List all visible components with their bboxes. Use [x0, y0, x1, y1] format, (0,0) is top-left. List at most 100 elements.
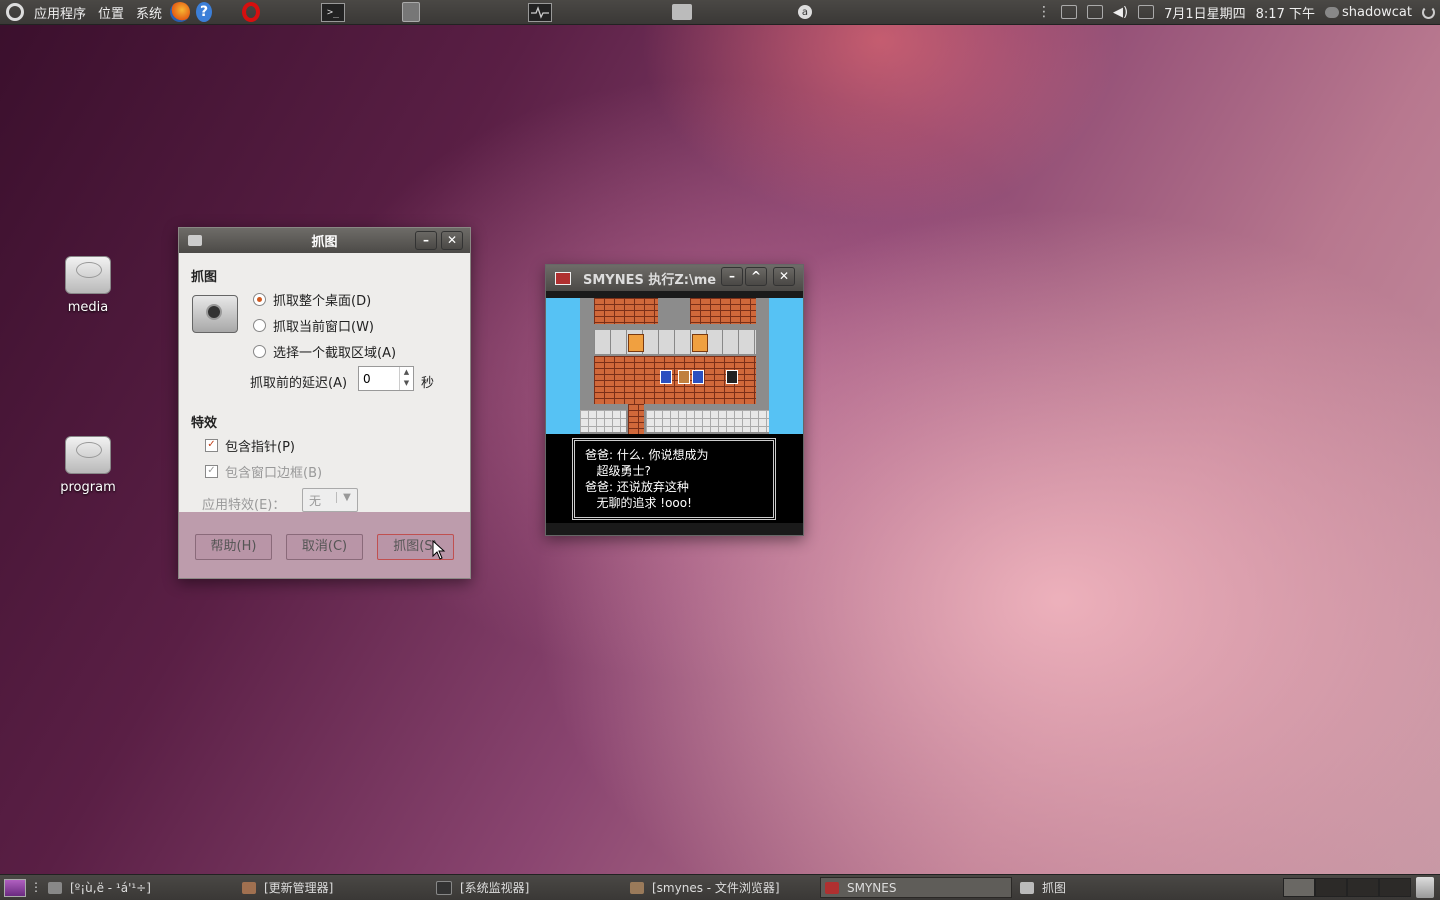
help-button[interactable]: 帮助(H) — [195, 534, 272, 560]
taskbar-item[interactable]: [更新管理器] — [238, 877, 428, 898]
taskbar-item-active[interactable]: SMYNES — [820, 877, 1012, 898]
taskbar-item[interactable]: [系统监视器] — [432, 877, 622, 898]
smynes-titlebar[interactable]: SMYNES 执行Z:\me – ^ ✕ — [546, 265, 803, 291]
user-name[interactable]: shadowcat — [1342, 5, 1412, 20]
checkbox-label: 包含窗口边框(B) — [225, 466, 323, 481]
app-icon — [48, 881, 62, 894]
radio-icon[interactable] — [253, 293, 266, 306]
maximize-button[interactable]: ^ — [745, 267, 767, 286]
delay-spinbox[interactable]: ▲▼ — [358, 366, 414, 391]
mouse-pointer-icon — [432, 540, 446, 560]
checkbox-icon[interactable]: ✓ — [205, 465, 218, 478]
workspace-2[interactable] — [1315, 878, 1347, 897]
smynes-app-icon — [825, 881, 839, 894]
section-effects-label: 特效 — [191, 416, 218, 431]
trash-icon[interactable] — [1416, 877, 1434, 898]
delay-label: 抓取前的延迟(A) — [250, 376, 348, 391]
smynes-app-icon — [555, 271, 571, 285]
system-monitor-icon[interactable] — [528, 2, 552, 22]
spin-arrows-icon[interactable]: ▲ ▼ — [399, 367, 413, 390]
menu-places[interactable]: 位置 — [98, 3, 124, 22]
taskbar-item-label: [º¡ù,ë - ¹á'¹÷] — [70, 880, 151, 895]
firefox-icon — [170, 2, 191, 22]
keyboard-icon[interactable] — [1061, 5, 1078, 19]
apply-effect-label: 应用特效(E)： — [202, 498, 286, 513]
screenshot-dialog: 抓图 – ✕ 抓图 抓取整个桌面(D) 抓取当前窗口(W) 选择一个截取区域(A… — [178, 227, 471, 579]
workspace-4[interactable] — [1379, 878, 1411, 897]
system-monitor-icon — [436, 880, 452, 895]
firefox-launcher[interactable] — [170, 2, 191, 22]
section-grab-label: 抓图 — [191, 270, 218, 285]
desktop-icon-program[interactable]: program — [43, 436, 133, 495]
taskbar-item-label: 抓图 — [1042, 881, 1067, 895]
workspace-1[interactable] — [1283, 878, 1315, 897]
disk-icon[interactable] — [402, 2, 420, 22]
smynes-title: SMYNES 执行Z:\me — [583, 272, 717, 288]
sky-left — [546, 298, 580, 434]
stone-floor — [580, 410, 626, 432]
workspace-3[interactable] — [1347, 878, 1379, 897]
drive-icon — [65, 436, 111, 474]
clock-time[interactable]: 8:17 下午 — [1256, 3, 1315, 22]
help-icon: ? — [196, 2, 213, 22]
show-desktop-icon[interactable] — [4, 879, 26, 897]
power-icon[interactable] — [1422, 5, 1435, 19]
desktop-icon-media[interactable]: media — [43, 256, 133, 315]
minimize-button[interactable]: – — [415, 231, 437, 250]
cancel-button[interactable]: 取消(C) — [286, 534, 363, 560]
taskbar-item[interactable]: [smynes - 文件浏览器] — [626, 877, 816, 898]
terminal-icon[interactable]: >_ — [321, 2, 345, 22]
character-sprite — [660, 370, 672, 384]
taskbar-item-label: SMYNES — [847, 880, 897, 895]
radio-icon[interactable] — [253, 345, 266, 358]
minimize-button[interactable]: – — [721, 267, 743, 286]
tray-area: ⋮ ◀) 7月1日星期四 8:17 下午 shadowcat — [1032, 0, 1440, 24]
camera-large-icon — [192, 295, 238, 333]
radio-grab-area[interactable]: 选择一个截取区域(A) — [253, 342, 396, 361]
radio-grab-window[interactable]: 抓取当前窗口(W) — [253, 316, 374, 335]
checkbox-include-pointer[interactable]: ✓ 包含指针(P) — [205, 436, 295, 455]
brick-wall — [594, 298, 658, 324]
close-button[interactable]: ✕ — [441, 231, 463, 250]
dialog-titlebar[interactable]: 抓图 – ✕ — [179, 228, 470, 253]
taskbar-item-label: [smynes - 文件浏览器] — [652, 881, 780, 895]
menu-system[interactable]: 系统 — [136, 3, 162, 22]
taskbar-item-label: [系统监视器] — [460, 881, 530, 895]
camera-icon — [1020, 881, 1034, 894]
circle-a-icon[interactable]: a — [798, 5, 812, 19]
game-screen[interactable]: 爸爸: 什么. 你说想成为 超级勇士? 爸爸: 还说放弃这种 无聊的追求 !oo… — [546, 298, 803, 523]
door-icon — [692, 334, 708, 352]
close-button[interactable]: ✕ — [773, 267, 795, 286]
sky-right — [769, 298, 803, 434]
bottom-panel: ⋮ [º¡ù,ë - ¹á'¹÷] [更新管理器] [系统监视器] [smyne… — [0, 874, 1440, 900]
chat-icon[interactable] — [1324, 6, 1339, 18]
screenshot-icon[interactable] — [672, 4, 692, 20]
mail-icon[interactable] — [1138, 5, 1155, 19]
effect-select[interactable]: 无 ▼ — [302, 488, 358, 512]
volume-icon[interactable]: ◀) — [1113, 5, 1128, 20]
opera-launcher[interactable] — [241, 2, 261, 22]
game-dialog-text: 爸爸: 什么. 你说想成为 超级勇士? 爸爸: 还说放弃这种 无聊的追求 !oo… — [572, 438, 776, 520]
smynes-window: SMYNES 执行Z:\me – ^ ✕ 爸爸: 什么. 你说想成为 超级勇士?… — [545, 264, 804, 536]
checkbox-label: 包含指针(P) — [225, 440, 295, 455]
network-icon[interactable] — [1087, 5, 1104, 19]
desktop-icon-label: media — [67, 300, 109, 315]
ubuntu-logo-icon[interactable] — [6, 3, 24, 21]
drive-icon — [65, 256, 111, 294]
desktop-icon-label: program — [60, 480, 116, 495]
radio-icon[interactable] — [253, 319, 266, 332]
update-manager-icon — [242, 881, 256, 894]
chevron-down-icon: ▼ — [336, 492, 357, 503]
radio-grab-desktop[interactable]: 抓取整个桌面(D) — [253, 290, 371, 309]
menu-applications[interactable]: 应用程序 — [34, 3, 86, 22]
cabinet-row — [594, 330, 756, 354]
radio-label: 抓取整个桌面(D) — [273, 294, 372, 309]
checkbox-icon[interactable]: ✓ — [205, 439, 218, 452]
taskbar-item[interactable]: 抓图 — [1016, 877, 1206, 898]
effect-select-value: 无 — [309, 494, 322, 508]
checkbox-include-border[interactable]: ✓ 包含窗口边框(B) — [205, 462, 322, 481]
clock-date[interactable]: 7月1日星期四 — [1164, 3, 1246, 22]
help-launcher[interactable]: ? — [194, 2, 214, 22]
taskbar-item[interactable]: [º¡ù,ë - ¹á'¹÷] — [44, 877, 234, 898]
handle-icon: ⋮ — [1037, 4, 1052, 20]
